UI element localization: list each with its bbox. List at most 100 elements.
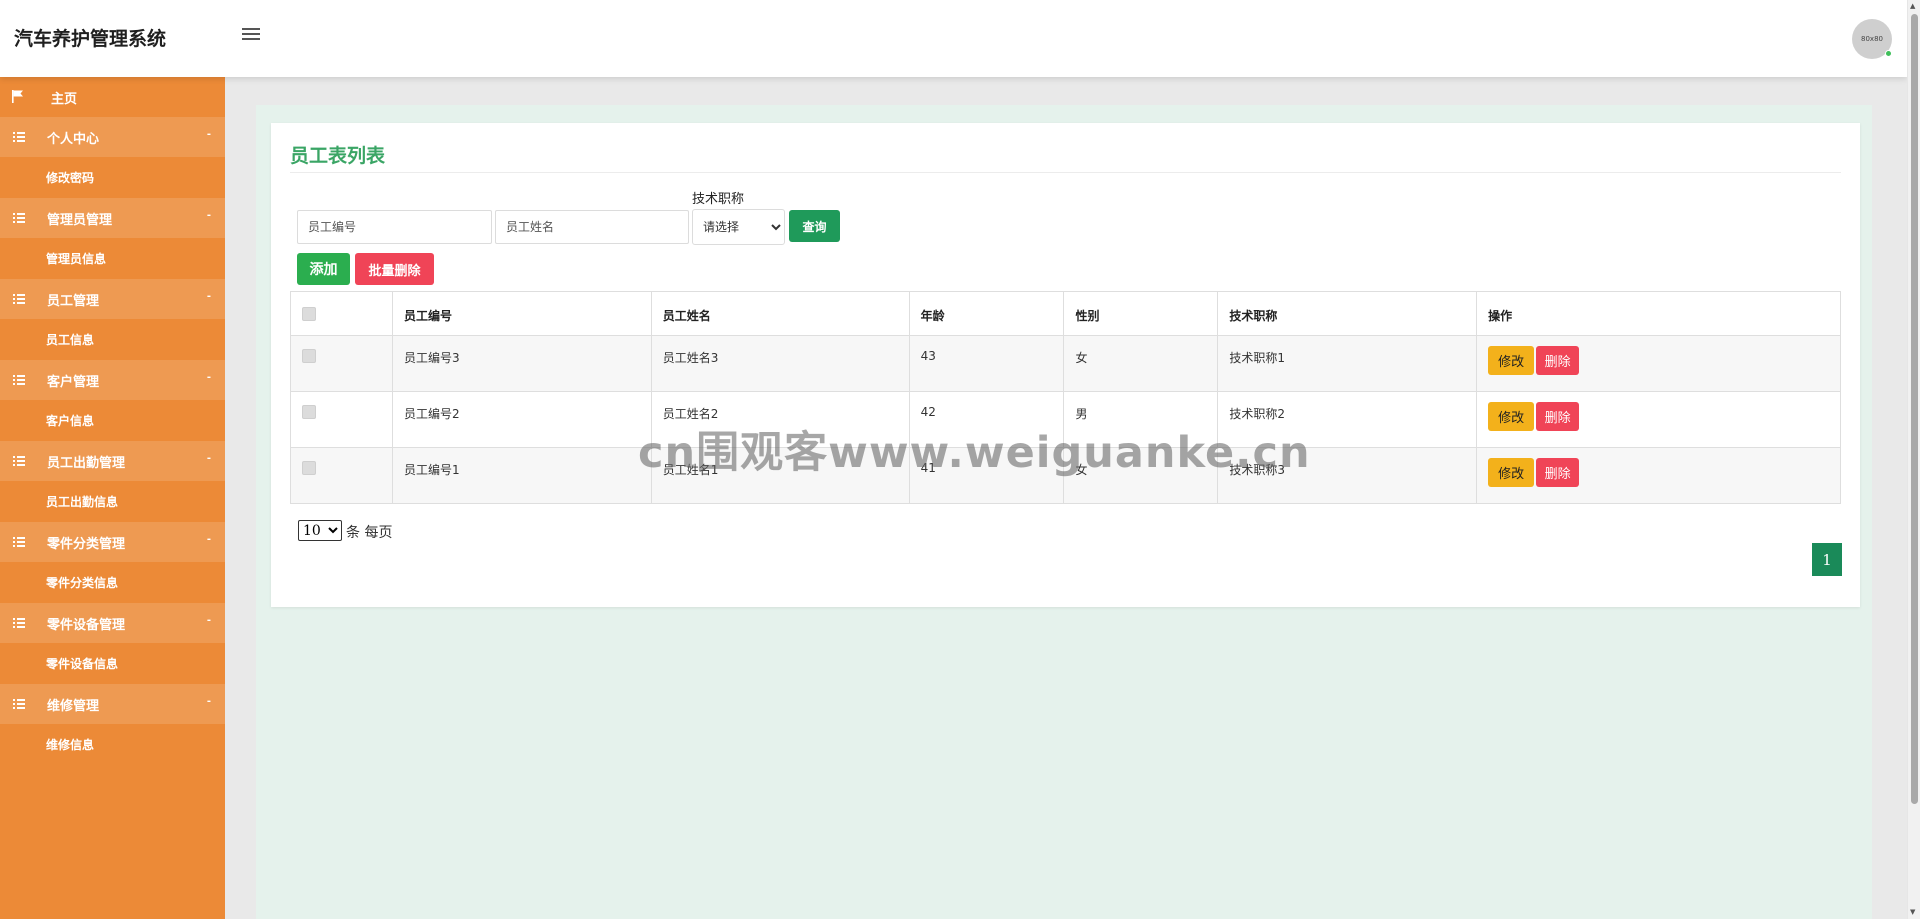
edit-button[interactable]: 修改: [1488, 346, 1535, 375]
sidebar-group[interactable]: 客户管理 -: [0, 360, 225, 400]
cell-gender: 女: [1063, 335, 1219, 392]
column-header: 年龄: [908, 291, 1065, 336]
sidebar-subitem[interactable]: 零件分类信息: [0, 562, 225, 603]
cell-gender: 男: [1063, 391, 1219, 448]
table-row: 员工编号2 员工姓名2 42 男技术职称2 修改 删除: [290, 391, 1841, 448]
cell-actions: 修改 删除: [1476, 447, 1841, 504]
page-title: 员工表列表: [290, 145, 386, 167]
column-header: 性别: [1063, 291, 1219, 336]
list-icon: [13, 537, 25, 547]
sidebar-subitem[interactable]: 维修信息: [0, 724, 225, 765]
sidebar-group-label: 员工管理: [47, 294, 100, 309]
collapse-icon: -: [206, 534, 211, 545]
app-title: 汽车养护管理系统: [14, 28, 167, 50]
emp-name-input[interactable]: [495, 210, 689, 244]
cell-emp-name: 员工姓名1: [650, 447, 910, 504]
top-header: 汽车养护管理系统 80x80: [0, 0, 1907, 77]
sidebar-group-label: 员工出勤管理: [47, 456, 126, 471]
query-button[interactable]: 查询: [789, 210, 840, 242]
cell-tech-title: 技术职称2: [1217, 391, 1478, 448]
cell-actions: 修改 删除: [1476, 391, 1841, 448]
row-select-cell: [290, 391, 393, 448]
cell-age: 42: [908, 391, 1065, 448]
cell-gender: 女: [1063, 447, 1219, 504]
collapse-icon: -: [206, 291, 211, 302]
list-icon: [13, 618, 25, 628]
collapse-icon: -: [206, 696, 211, 707]
table-row: 员工编号3 员工姓名3 43 女技术职称1 修改 删除: [290, 335, 1841, 392]
select-all-checkbox[interactable]: [302, 307, 316, 321]
sidebar-group[interactable]: 零件分类管理 -: [0, 522, 225, 562]
delete-button[interactable]: 删除: [1536, 402, 1580, 431]
row-checkbox[interactable]: [302, 461, 316, 475]
scroll-down-icon[interactable]: ▼: [1910, 908, 1915, 916]
row-select-cell: [290, 335, 393, 392]
sidebar-group[interactable]: 管理员管理 -: [0, 198, 225, 238]
online-status-icon: [1885, 50, 1892, 57]
bulk-delete-button[interactable]: 批量删除: [355, 253, 434, 285]
table-header-row: 员工编号 员工姓名 年龄 性别 技术职称 操作: [290, 291, 1841, 336]
scroll-up-icon[interactable]: ▲: [1910, 2, 1915, 10]
row-checkbox[interactable]: [302, 405, 316, 419]
collapse-icon: -: [206, 372, 211, 383]
column-header: 操作: [1476, 291, 1841, 336]
row-select-cell: [290, 447, 393, 504]
scrollbar-thumb[interactable]: [1911, 14, 1918, 804]
sidebar-group-label: 零件分类管理: [47, 537, 126, 552]
sidebar-group-label: 客户管理: [47, 375, 100, 390]
sidebar-subitem[interactable]: 零件设备信息: [0, 643, 225, 684]
sidebar-group[interactable]: 零件设备管理 -: [0, 603, 225, 643]
tech-title-label: 技术职称: [692, 192, 745, 207]
cell-actions: 修改 删除: [1476, 335, 1841, 392]
divider: [290, 172, 1841, 173]
page-size-select[interactable]: 10: [298, 520, 342, 541]
list-card: 员工表列表 技术职称 请选择 查询 添加 批量删除 员工编号 员工姓名 年龄 性…: [271, 123, 1860, 607]
list-icon: [13, 456, 25, 466]
sidebar-group[interactable]: 员工管理 -: [0, 279, 225, 319]
flag-icon: [12, 90, 26, 104]
sidebar-subitem[interactable]: 客户信息: [0, 400, 225, 441]
select-all-cell: [290, 291, 393, 336]
cell-emp-no: 员工编号1: [391, 447, 652, 504]
sidebar-subitem[interactable]: 员工出勤信息: [0, 481, 225, 522]
collapse-icon: -: [206, 453, 211, 464]
collapse-icon: -: [206, 615, 211, 626]
list-icon: [13, 132, 25, 142]
tech-title-select[interactable]: 请选择: [692, 209, 785, 245]
sidebar-group[interactable]: 个人中心 -: [0, 117, 225, 157]
emp-no-input[interactable]: [297, 210, 492, 244]
sidebar-group[interactable]: 维修管理 -: [0, 684, 225, 724]
list-icon: [13, 294, 25, 304]
cell-emp-no: 员工编号2: [391, 391, 652, 448]
cell-tech-title: 技术职称3: [1217, 447, 1478, 504]
sidebar-group[interactable]: 员工出勤管理 -: [0, 441, 225, 481]
cell-emp-no: 员工编号3: [391, 335, 652, 392]
sidebar-group-label: 管理员管理: [47, 213, 113, 228]
collapse-icon: -: [206, 210, 211, 221]
list-icon: [13, 213, 25, 223]
avatar[interactable]: 80x80: [1852, 19, 1892, 59]
per-page-label: 条 每页: [346, 525, 393, 541]
sidebar-subitem[interactable]: 修改密码: [0, 157, 225, 198]
edit-button[interactable]: 修改: [1488, 458, 1535, 487]
sidebar-item-home[interactable]: 主页: [0, 77, 225, 117]
menu-toggle-icon[interactable]: [242, 28, 260, 42]
avatar-text: 80x80: [1861, 35, 1883, 43]
scrollbar[interactable]: ▲ ▼: [1907, 0, 1920, 919]
add-button[interactable]: 添加: [297, 253, 350, 285]
page-button-current[interactable]: 1: [1812, 543, 1842, 576]
cell-age: 41: [908, 447, 1065, 504]
sidebar-group-label: 维修管理: [47, 699, 100, 714]
list-icon: [13, 375, 25, 385]
sidebar-subitem[interactable]: 管理员信息: [0, 238, 225, 279]
edit-button[interactable]: 修改: [1488, 402, 1535, 431]
sidebar-subitem[interactable]: 员工信息: [0, 319, 225, 360]
delete-button[interactable]: 删除: [1536, 458, 1580, 487]
table-row: 员工编号1 员工姓名1 41 女技术职称3 修改 删除: [290, 447, 1841, 504]
cell-tech-title: 技术职称1: [1217, 335, 1478, 392]
column-header: 员工姓名: [650, 291, 910, 336]
employee-table: 员工编号 员工姓名 年龄 性别 技术职称 操作 员工编号3 员工姓名3 43 女技术职…: [290, 291, 1841, 504]
row-checkbox[interactable]: [302, 349, 316, 363]
delete-button[interactable]: 删除: [1536, 346, 1580, 375]
sidebar-group-label: 个人中心: [47, 132, 100, 147]
